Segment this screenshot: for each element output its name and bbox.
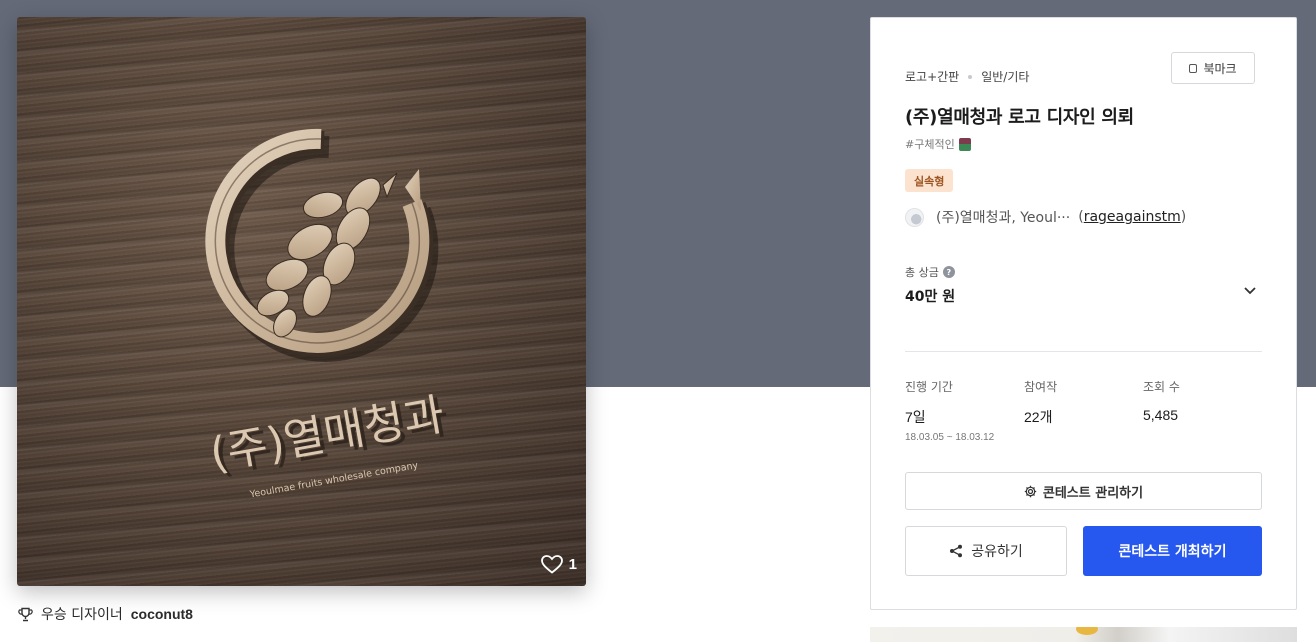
share-label: 공유하기 [971, 544, 1023, 560]
thumbnail-decoration [1076, 627, 1098, 635]
like-control[interactable]: 1 [540, 555, 577, 574]
views-label: 조회 수 [1143, 380, 1180, 394]
host-id-link[interactable]: rageagainstm [1084, 209, 1181, 225]
next-section-thumbnail[interactable] [870, 627, 1297, 642]
prize-label: 총 상금 ? [905, 264, 955, 280]
host-contest-button[interactable]: 콘테스트 개최하기 [1083, 526, 1262, 576]
manage-contest-button[interactable]: 콘테스트 관리하기 [905, 472, 1262, 510]
hashtag-emoji-icon [958, 137, 971, 151]
hashtag-text: #구체적인 [905, 138, 955, 151]
host-avatar [905, 207, 924, 227]
hashtag: #구체적인 [905, 136, 971, 152]
entries-label: 참여작 [1024, 380, 1058, 394]
contest-info-panel: 북마크 로고+간판 일반/기타 (주)열매청과 로고 디자인 의뢰 #구체적인 … [870, 17, 1297, 610]
separator-dot [968, 74, 973, 79]
bookmark-button[interactable]: 북마크 [1171, 52, 1255, 84]
heart-outline-icon[interactable] [540, 555, 563, 574]
chevron-down-icon[interactable] [1243, 286, 1257, 296]
period-value: 7일 [905, 409, 926, 425]
stat-period: 진행 기간 7일 18.03.05 ~ 18.03.12 [905, 378, 994, 443]
designer-name[interactable]: coconut8 [131, 606, 193, 622]
manage-contest-label: 콘테스트 관리하기 [1042, 485, 1144, 501]
contest-host: (주)열매청과, Yeoul··· ( rageagainstm ) [905, 207, 1186, 227]
designer-prefix: 우승 디자이너 [41, 607, 123, 623]
share-icon [950, 544, 963, 558]
period-label: 진행 기간 [905, 380, 953, 394]
bookmark-label: 북마크 [1203, 61, 1237, 76]
category-sub[interactable]: 일반/기타 [981, 68, 1029, 85]
views-value: 5,485 [1143, 407, 1179, 423]
entries-value: 22개 [1024, 409, 1053, 425]
period-range: 18.03.05 ~ 18.03.12 [905, 432, 995, 443]
paren-close: ) [1180, 209, 1187, 225]
contest-title: (주)열매청과 로고 디자인 의뢰 [905, 107, 1134, 128]
stat-views: 조회 수 5,485 [1143, 378, 1180, 423]
prize-label-text: 총 상금 [905, 266, 939, 279]
prize-value: 40만 원 [905, 289, 956, 305]
winning-designer: 우승 디자이너 coconut8 [18, 604, 193, 624]
gear-icon [1024, 485, 1037, 497]
like-count: 1 [568, 556, 577, 573]
winning-design-image[interactable]: (주)열매청과 (주)열매청과 Yeoulmae fruits wholesal… [17, 17, 586, 586]
category-breadcrumb: 로고+간판 일반/기타 [905, 68, 1029, 85]
help-icon[interactable]: ? [942, 266, 955, 278]
trophy-icon [18, 607, 33, 621]
fruit-company-logo: (주)열매청과 (주)열매청과 Yeoulmae fruits wholesal… [205, 128, 453, 501]
share-button[interactable]: 공유하기 [905, 526, 1067, 576]
bookmark-icon [1189, 63, 1198, 73]
host-name: (주)열매청과, Yeoul··· [936, 210, 1071, 226]
divider [905, 351, 1262, 352]
stat-entries: 참여작 22개 [1024, 378, 1057, 427]
category-main[interactable]: 로고+간판 [905, 68, 959, 85]
plan-badge: 실속형 [905, 169, 954, 192]
